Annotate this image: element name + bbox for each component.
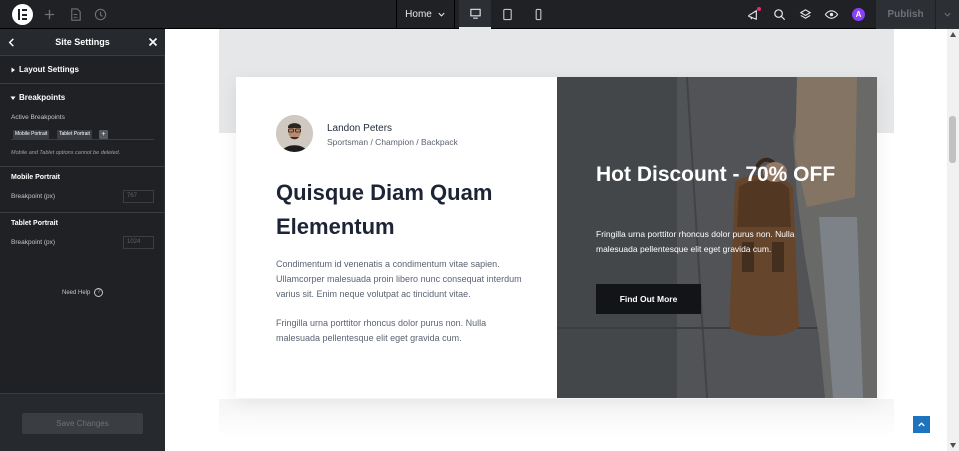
tablet-view-button[interactable]	[491, 0, 523, 29]
divider	[0, 212, 165, 213]
publish-options-button[interactable]	[936, 0, 959, 29]
scroll-to-top-button[interactable]	[913, 416, 930, 433]
active-breakpoints-label: Active Breakpoints	[11, 114, 65, 121]
page-name: Home	[405, 9, 432, 20]
scroll-down-icon[interactable]	[950, 443, 956, 448]
breakpoints-section[interactable]: Breakpoints	[0, 84, 165, 112]
mobile-breakpoint-label: Breakpoint (px)	[11, 193, 56, 200]
tablet-icon	[502, 8, 512, 21]
panel-header: Site Settings	[0, 29, 165, 56]
divider	[0, 166, 165, 167]
publish-button[interactable]: Publish	[876, 0, 935, 29]
mobile-icon	[535, 8, 541, 21]
headline: Quisque Diam Quam Elementum	[276, 180, 493, 239]
author-role: Sportsman / Champion / Backpack	[327, 137, 458, 147]
elementor-logo-icon[interactable]	[12, 4, 33, 25]
tag-mobile-portrait[interactable]: Mobile Portrait	[13, 130, 50, 139]
separator	[454, 0, 455, 29]
tag-tablet-portrait[interactable]: Tablet Portrait	[57, 130, 92, 139]
search-icon[interactable]	[772, 7, 787, 22]
preview-eye-icon[interactable]	[824, 7, 839, 22]
layers-icon[interactable]	[798, 7, 813, 22]
desktop-icon	[469, 8, 481, 19]
save-changes-button[interactable]: Save Changes	[22, 413, 143, 434]
ai-icon[interactable]: A	[852, 8, 865, 21]
need-help-label: Need Help	[62, 289, 91, 296]
need-help-link[interactable]: Need Help ?	[62, 288, 104, 297]
breakpoints-note: Mobile and Tablet options cannot be dele…	[11, 150, 121, 156]
chevron-up-icon	[918, 422, 925, 427]
panel-title: Site Settings	[55, 37, 110, 47]
caret-right-icon	[11, 67, 15, 73]
author-name: Landon Peters	[327, 123, 393, 134]
top-bar: Home A Publish	[0, 0, 959, 29]
publish-arrow-icon	[944, 12, 951, 17]
hero-text: Fringilla urna porttitor rhoncus dolor p…	[596, 229, 795, 254]
layout-settings-section[interactable]: Layout Settings	[0, 56, 165, 84]
section-label: Layout Settings	[19, 65, 80, 74]
tablet-breakpoint-input[interactable]: 1024	[123, 236, 154, 249]
content-card[interactable]: Landon Peters Sportsman / Champion / Bac…	[236, 77, 877, 398]
mobile-portrait-heading: Mobile Portrait	[11, 174, 61, 181]
breakpoints-tag-field[interactable]: Mobile Portrait Tablet Portrait +	[11, 130, 154, 140]
add-breakpoint-button[interactable]: +	[99, 130, 108, 139]
avatar	[276, 115, 313, 152]
mobile-breakpoint-input[interactable]: 767	[123, 190, 154, 203]
help-icon: ?	[94, 288, 104, 297]
close-icon[interactable]	[147, 36, 159, 48]
tablet-portrait-heading: Tablet Portrait	[11, 220, 58, 227]
scrollbar-track[interactable]	[947, 29, 959, 451]
chevron-down-icon	[438, 12, 445, 17]
structure-icon[interactable]	[68, 7, 83, 22]
hero-image: Hot Discount - 70% OFF Fringilla urna po…	[557, 77, 877, 398]
desktop-view-button[interactable]	[459, 0, 491, 29]
history-icon[interactable]	[93, 7, 108, 22]
paragraph-2: Fringilla urna porttitor rhoncus dolor p…	[276, 318, 487, 343]
hero-title: Hot Discount - 70% OFF	[596, 163, 836, 186]
add-icon[interactable]	[42, 7, 57, 22]
panel-footer: Save Changes	[0, 393, 165, 451]
mobile-view-button[interactable]	[522, 0, 554, 29]
site-settings-panel: Site Settings Layout Settings Breakpoint…	[0, 29, 165, 451]
find-out-more-button[interactable]: Find Out More	[596, 284, 701, 314]
notification-dot	[757, 7, 761, 11]
scroll-up-icon[interactable]	[950, 32, 956, 37]
page-selector[interactable]: Home	[397, 0, 454, 29]
preview-canvas: Landon Peters Sportsman / Champion / Bac…	[165, 29, 959, 451]
paragraph-1: Condimentum id venenatis a condimentum v…	[276, 259, 522, 299]
section-shadow	[219, 399, 894, 439]
scrollbar-thumb[interactable]	[949, 116, 956, 163]
tablet-breakpoint-label: Breakpoint (px)	[11, 239, 56, 246]
section-label: Breakpoints	[19, 93, 66, 102]
caret-down-icon	[10, 96, 16, 100]
